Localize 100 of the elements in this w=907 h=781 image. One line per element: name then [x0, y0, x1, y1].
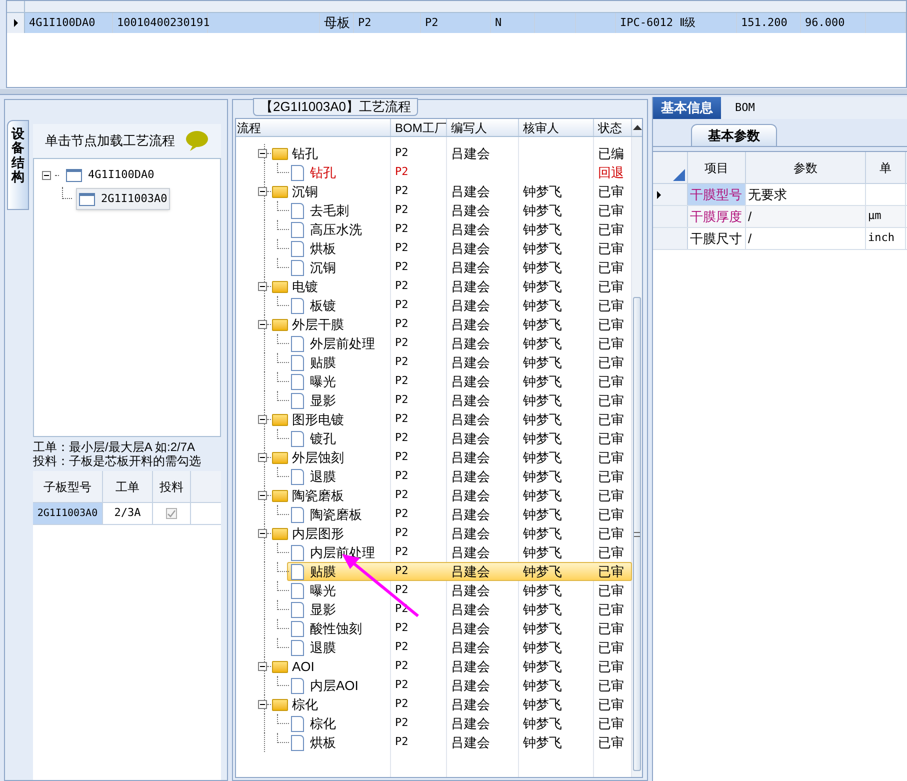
scroll-up-icon[interactable] [632, 125, 642, 130]
table-cell-text: P2 [395, 582, 408, 598]
tree-row[interactable]: 曝光 P2 吕建会 钟梦飞 已审 [236, 372, 632, 391]
table-cell-text: 吕建会 [451, 600, 490, 619]
table-cell-text: 已审 [598, 506, 624, 524]
column-header: 子板型号 [33, 471, 103, 502]
table-cell-text: 钟梦飞 [523, 676, 562, 695]
table-row[interactable]: 干膜厚度 / μm [653, 206, 907, 228]
table-cell-text: 4G1I100DA0 [29, 14, 96, 31]
table-cell-text: P2 [395, 145, 408, 162]
table-cell-text: P2 [395, 278, 408, 294]
grid-row[interactable]: 4G1I100DA0 10010400230191 母板 P2 P2 N IPC-6012 Ⅱ级 151.200 96.000 [7, 13, 906, 33]
tree-row[interactable]: 曝光 P2 吕建会 钟梦飞 已审 [236, 581, 632, 600]
tree-row[interactable]: 外层干膜 P2 吕建会 钟梦飞 已审 [236, 315, 632, 334]
tree-row[interactable]: 钻孔 P2 吕建会 已编 [236, 144, 632, 163]
collapse-toggle-icon[interactable] [258, 415, 267, 424]
column-header[interactable]: 流程 [236, 119, 391, 136]
folder-icon [272, 490, 288, 502]
tree-row[interactable]: 陶瓷磨板 P2 吕建会 钟梦飞 已审 [236, 505, 632, 524]
table-cell-text: 吕建会 [451, 734, 490, 752]
tree-row[interactable]: 内层AOI P2 吕建会 钟梦飞 已审 [236, 676, 632, 695]
tree-row[interactable]: 贴膜 P2 吕建会 钟梦飞 已审 [236, 562, 632, 581]
table-cell-text: 钟梦飞 [523, 734, 562, 752]
column-header[interactable]: 状态 [594, 119, 632, 136]
column-header[interactable]: 核审人 [519, 119, 594, 136]
note-text: 工单：最小层/最大层A 如:2/7A [33, 440, 196, 454]
tree-row[interactable]: 钻孔 P2 回退 [236, 163, 632, 182]
tree-row[interactable]: 棕化 P2 吕建会 钟梦飞 已审 [236, 714, 632, 733]
column-header[interactable]: BOM工厂 [391, 119, 447, 136]
table-cell-text: 钟梦飞 [523, 296, 562, 315]
table-cell-text: 已审 [598, 524, 624, 543]
collapse-toggle-icon[interactable] [258, 529, 267, 538]
table-cell-text: 吕建会 [451, 354, 490, 372]
tree-row[interactable]: 显影 P2 吕建会 钟梦飞 已审 [236, 391, 632, 410]
tree-row[interactable]: 外层前处理 P2 吕建会 钟梦飞 已审 [236, 334, 632, 353]
tree-row[interactable]: 电镀 P2 吕建会 钟梦飞 已审 [236, 277, 632, 296]
table-cell-text: 钟梦飞 [523, 334, 562, 353]
checkbox[interactable] [166, 508, 177, 519]
tree-row[interactable]: 退膜 P2 吕建会 钟梦飞 已审 [236, 638, 632, 657]
table-cell-text: 吕建会 [451, 316, 490, 334]
tree-row[interactable]: 贴膜 P2 吕建会 钟梦飞 已审 [236, 353, 632, 372]
tree-row[interactable]: 沉铜 P2 吕建会 钟梦飞 已审 [236, 182, 632, 201]
table-cell-text: 钟梦飞 [523, 658, 562, 676]
tree-row[interactable]: 高压水洗 P2 吕建会 钟梦飞 已审 [236, 220, 632, 239]
tree-row[interactable]: 沉铜 P2 吕建会 钟梦飞 已审 [236, 258, 632, 277]
tree-label: 高压水洗 [310, 220, 362, 239]
tree-label: 电镀 [292, 278, 318, 296]
sub-tab[interactable]: 基本参数 [691, 124, 777, 146]
table-cell-text: 已审 [598, 486, 624, 505]
table-cell-text: 已审 [598, 544, 624, 562]
tree-row[interactable]: 陶瓷磨板 P2 吕建会 钟梦飞 已审 [236, 486, 632, 505]
tree-row[interactable]: 图形电镀 P2 吕建会 钟梦飞 已审 [236, 410, 632, 429]
table-cell-text: P2 [395, 202, 408, 218]
collapse-toggle-icon[interactable] [258, 491, 267, 500]
table-cell-text: 吕建会 [451, 620, 490, 638]
tree-row[interactable]: 外层蚀刻 P2 吕建会 钟梦飞 已审 [236, 448, 632, 467]
table-cell-text: P2 [395, 221, 408, 238]
row-pointer-icon [14, 19, 18, 27]
table-cell-text: 钟梦飞 [523, 372, 562, 391]
tree-row[interactable]: AOI P2 吕建会 钟梦飞 已审 [236, 657, 632, 676]
tree-row[interactable]: 板镀 P2 吕建会 钟梦飞 已审 [236, 296, 632, 315]
collapse-toggle-icon[interactable] [42, 170, 51, 180]
table-row[interactable]: 干膜型号 无要求 [653, 184, 907, 206]
table-cell-text: 已审 [598, 258, 624, 277]
table-cell-text: 已审 [598, 714, 624, 733]
table-row[interactable]: 干膜尺寸 / inch [653, 228, 907, 250]
table-cell-text: 已审 [598, 734, 624, 752]
table-cell-text: 母板 [324, 14, 350, 32]
tree-node[interactable]: 2G1I1003A0 [76, 188, 170, 210]
table-cell-text: 吕建会 [451, 638, 490, 657]
collapse-toggle-icon[interactable] [258, 282, 267, 291]
tree-row[interactable]: 去毛刺 P2 吕建会 钟梦飞 已审 [236, 201, 632, 220]
tree-row[interactable]: 酸性蚀刻 P2 吕建会 钟梦飞 已审 [236, 619, 632, 638]
collapse-toggle-icon[interactable] [258, 662, 267, 671]
document-icon [291, 298, 304, 314]
table-cell-text: P2 [395, 620, 408, 636]
tree-row[interactable]: 内层图形 P2 吕建会 钟梦飞 已审 [236, 524, 632, 543]
table-cell-text: 回退 [598, 164, 624, 182]
tree-row[interactable]: 退膜 P2 吕建会 钟梦飞 已审 [236, 467, 632, 486]
collapse-toggle-icon[interactable] [258, 320, 267, 329]
tree-row[interactable]: 烘板 P2 吕建会 钟梦飞 已审 [236, 239, 632, 258]
row-header[interactable] [653, 184, 688, 205]
scrollbar-thumb[interactable] [633, 297, 641, 771]
collapse-toggle-icon[interactable] [258, 149, 267, 158]
tree-row[interactable]: 棕化 P2 吕建会 钟梦飞 已审 [236, 695, 632, 714]
tree-node[interactable]: 4G1I100DA0 [63, 164, 158, 186]
column-header[interactable]: 编写人 [447, 119, 519, 136]
collapse-toggle-icon[interactable] [258, 700, 267, 709]
table-cell-text: 钟梦飞 [523, 202, 562, 220]
tree-label: 内层AOI [310, 676, 358, 695]
table-cell-text: 钟梦飞 [523, 638, 562, 657]
table-cell-text: 已审 [598, 316, 624, 334]
tree-row[interactable]: 烘板 P2 吕建会 钟梦飞 已审 [236, 733, 632, 752]
tree-label: 显影 [310, 392, 336, 410]
table-cell-text: P2 [395, 658, 408, 674]
tree-row[interactable]: 镀孔 P2 吕建会 钟梦飞 已审 [236, 429, 632, 448]
collapse-toggle-icon[interactable] [258, 187, 267, 196]
tab[interactable]: BOM [727, 97, 763, 119]
collapse-toggle-icon[interactable] [258, 453, 267, 462]
tab[interactable]: 基本信息 [653, 97, 721, 119]
